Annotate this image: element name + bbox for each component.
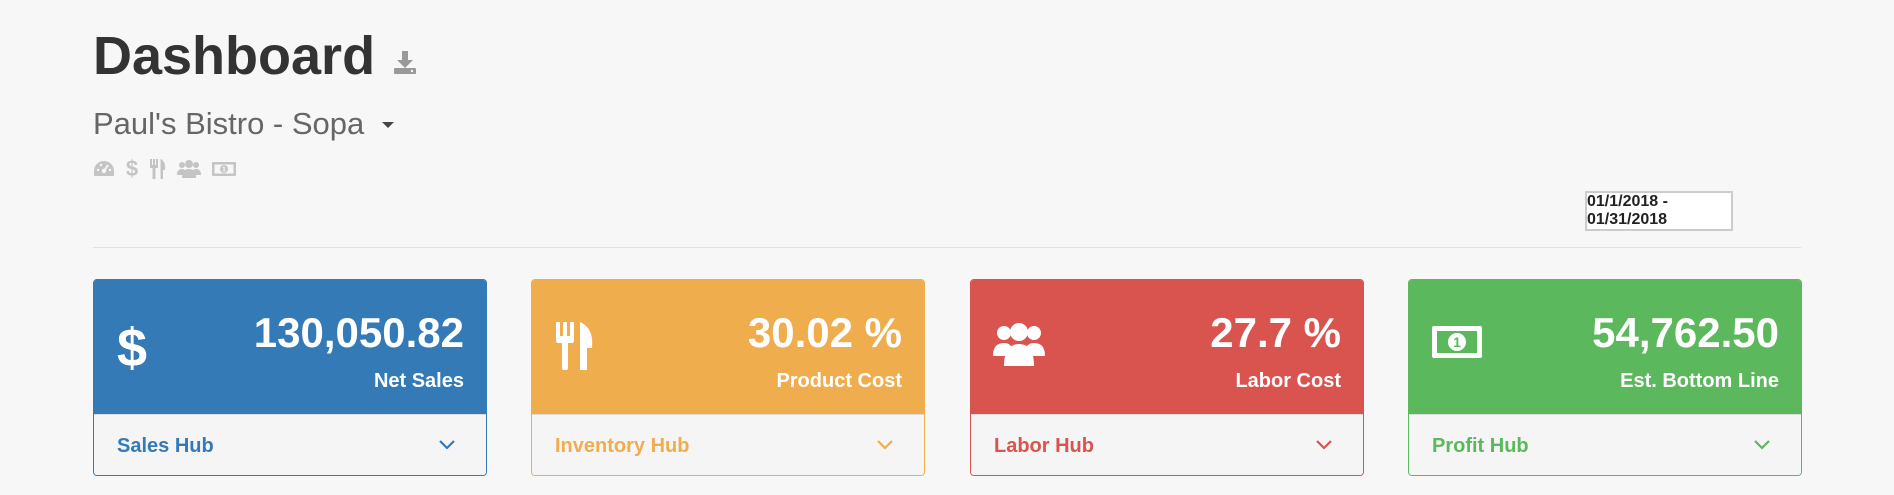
title-row: Dashboard: [93, 26, 419, 86]
chevron-down-icon: [1315, 437, 1333, 455]
inventory-hub-label: Inventory Hub: [555, 434, 690, 457]
net-sales-value: 130,050.82: [253, 309, 464, 356]
divider: [93, 247, 1801, 248]
product-cost-value: 30.02 %: [747, 309, 902, 356]
net-sales-panel: $ 130,050.82 Net Sales: [94, 280, 486, 414]
users-icon: [993, 320, 1045, 373]
net-sales-card: $ 130,050.82 Net Sales Sales Hub: [93, 279, 487, 476]
profit-hub-label: Profit Hub: [1432, 434, 1529, 457]
money-icon[interactable]: 1: [211, 160, 237, 178]
money-icon: 1: [1431, 324, 1483, 365]
location-dropdown[interactable]: Paul's Bistro - Sopa: [93, 104, 395, 144]
page-title: Dashboard: [93, 26, 376, 86]
bottom-line-card: 1 54,762.50 Est. Bottom Line Profit Hub: [1408, 279, 1802, 476]
sales-hub-toggle[interactable]: Sales Hub: [94, 414, 486, 475]
dollar-icon[interactable]: $: [125, 158, 139, 180]
labor-cost-panel: 27.7 % Labor Cost: [971, 280, 1363, 414]
chevron-down-icon: [1753, 437, 1771, 455]
sales-hub-label: Sales Hub: [117, 434, 214, 457]
labor-cost-card: 27.7 % Labor Cost Labor Hub: [970, 279, 1364, 476]
bottom-line-panel: 1 54,762.50 Est. Bottom Line: [1409, 280, 1801, 414]
product-cost-panel: 30.02 % Product Cost: [532, 280, 924, 414]
labor-hub-label: Labor Hub: [994, 434, 1094, 457]
date-range-picker[interactable]: 01/1/2018 - 01/31/2018: [1585, 191, 1733, 231]
chevron-down-icon: [438, 437, 456, 455]
dollar-icon: $: [116, 318, 148, 381]
svg-text:$: $: [126, 158, 138, 180]
utensils-icon: [554, 320, 594, 377]
quick-nav-icons: $ 1: [93, 158, 237, 180]
dashboard-icon[interactable]: [93, 159, 115, 179]
labor-hub-toggle[interactable]: Labor Hub: [971, 414, 1363, 475]
product-cost-label: Product Cost: [776, 370, 902, 392]
profit-hub-toggle[interactable]: Profit Hub: [1409, 414, 1801, 475]
svg-text:$: $: [117, 320, 147, 376]
bottom-line-value: 54,762.50: [1592, 309, 1779, 356]
labor-cost-value: 27.7 %: [1210, 309, 1341, 356]
caret-down-icon: [382, 122, 395, 128]
labor-cost-label: Labor Cost: [1235, 370, 1341, 392]
net-sales-label: Net Sales: [373, 370, 464, 392]
product-cost-card: 30.02 % Product Cost Inventory Hub: [531, 279, 925, 476]
download-icon[interactable]: [391, 48, 419, 76]
users-icon[interactable]: [177, 159, 201, 179]
utensils-icon[interactable]: [149, 158, 167, 180]
svg-text:1: 1: [222, 167, 226, 174]
inventory-hub-toggle[interactable]: Inventory Hub: [532, 414, 924, 475]
bottom-line-label: Est. Bottom Line: [1620, 370, 1779, 392]
location-name: Paul's Bistro - Sopa: [93, 106, 365, 141]
chevron-down-icon: [876, 437, 894, 455]
svg-text:1: 1: [1453, 334, 1461, 350]
